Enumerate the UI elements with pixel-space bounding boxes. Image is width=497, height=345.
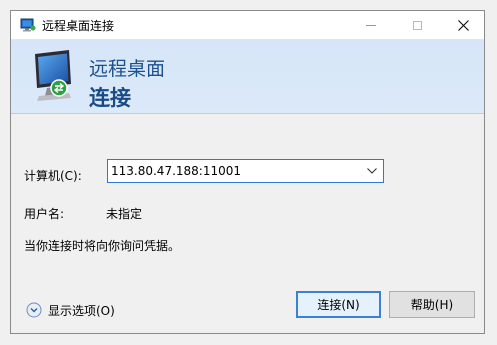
rdp-dialog-window: 远程桌面连接 远程桌面 连接 计算机(C): 113.80.47.188:110… — [10, 10, 485, 334]
title-bar[interactable]: 远程桌面连接 — [11, 11, 484, 40]
maximize-button[interactable] — [394, 11, 440, 40]
header-banner: 远程桌面 连接 — [11, 40, 484, 114]
help-button[interactable]: 帮助(H) — [389, 291, 475, 318]
show-options-toggle[interactable]: 显示选项(O) — [26, 301, 115, 319]
banner-title-line2: 连接 — [89, 86, 131, 110]
maximize-icon — [412, 21, 422, 30]
show-options-label: 显示选项(O) — [48, 303, 115, 318]
computer-input[interactable] — [111, 162, 351, 180]
computer-combobox[interactable] — [107, 159, 384, 183]
chevron-down-icon — [367, 168, 377, 174]
minimize-icon — [366, 25, 376, 26]
remote-desktop-monitor-icon — [35, 50, 71, 101]
computer-label: 计算机(C): — [24, 169, 82, 183]
close-button[interactable] — [440, 11, 486, 40]
dropdown-button[interactable] — [361, 160, 383, 182]
expand-chevron-icon — [26, 302, 42, 318]
credentials-note: 当你连接时将向你询问凭据。 — [24, 239, 181, 253]
username-label: 用户名: — [24, 207, 65, 221]
close-icon — [457, 20, 469, 31]
window-title: 远程桌面连接 — [42, 19, 115, 33]
minimize-button[interactable] — [348, 11, 394, 40]
connect-button[interactable]: 连接(N) — [296, 291, 381, 318]
remote-desktop-icon — [20, 18, 36, 32]
banner-title-line1: 远程桌面 — [89, 58, 166, 80]
username-value: 未指定 — [106, 207, 143, 221]
